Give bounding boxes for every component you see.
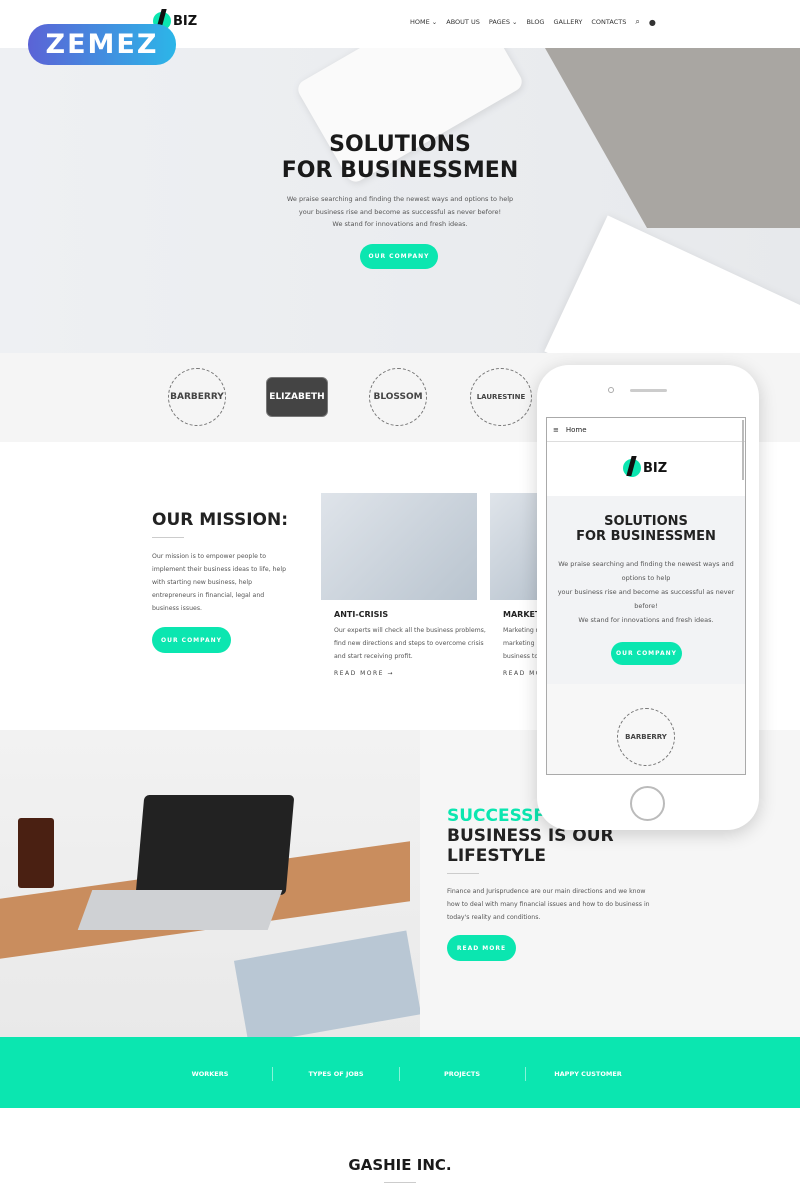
scrollbar[interactable] [742,420,744,480]
hamburger-icon[interactable]: ≡ [553,426,559,434]
home-button[interactable] [630,786,665,821]
hero-title-2: FOR BUSINESSMEN [281,158,519,183]
camera-icon [608,387,614,393]
counter-workers: WORKERS [191,1070,229,1078]
divider [525,1067,526,1081]
partner-logo: BARBERRY [168,368,226,426]
mobile-text-line: options to help [621,574,671,582]
mobile-menu-bar[interactable]: ≡ Home [547,418,745,442]
mobile-brand-name: BIZ [643,460,668,476]
coffee-glass [18,818,54,888]
counter-projects: PROJECTS [443,1070,481,1078]
divider [384,1182,416,1183]
partner-logo: ELIZABETH [266,377,328,417]
hero-text-line: We stand for innovations and fresh ideas… [332,220,468,228]
workspace-photo [0,730,420,1037]
nav-pages-label: PAGES [488,18,510,26]
mission-text-line: Our mission is to empower people to [152,553,267,560]
divider [152,537,184,538]
card-title: MARKET [503,610,541,619]
counters-bar: WORKERS TYPES OF JOBS PROJECTS HAPPY CUS… [0,1037,800,1108]
mobile-menu-label: Home [565,425,587,434]
mobile-title-2: FOR BUSINESSMEN [576,529,716,544]
zemez-watermark-logo: ZEMEZ [28,24,176,65]
main-nav: HOME ⌄ ABOUT US PAGES ⌄ BLOG GALLERY CON… [410,17,656,27]
lifestyle-title-3: LIFESTYLE [447,846,546,866]
mission-our-company-button[interactable]: OUR COMPANY [152,627,231,653]
card-text-line: business to [503,653,539,660]
hero-text-line: We praise searching and finding the newe… [286,195,514,203]
nav-contacts[interactable]: CONTACTS [591,18,626,26]
lifestyle-text-line: Finance and Jurisprudence are our main d… [447,888,646,895]
mobile-brand-logo[interactable]: BIZ [623,459,667,477]
divider [399,1067,400,1081]
read-more-button[interactable]: READ MORE [447,935,516,961]
mobile-logo-area: BIZ [547,442,745,496]
mobile-our-company-button[interactable]: OUR COMPANY [611,642,682,665]
magazines [233,930,420,1037]
read-more-link[interactable]: READ MORE → [334,670,394,677]
counter-types-of-jobs: TYPES OF JOBS [308,1070,364,1078]
mobile-text-line: your business rise and become as success… [557,588,735,596]
card-text-line: Our experts will check all the business … [334,627,486,634]
card-text-line: Marketing r [503,627,539,634]
mobile-title-1: SOLUTIONS [604,514,688,529]
divider [447,873,479,874]
notebook-image [544,215,800,353]
partner-logo: LAURESTINE [470,368,532,426]
mobile-hero-title: SOLUTIONS FOR BUSINESSMEN [547,514,745,544]
card-text-line: and start receiving profit. [334,653,413,660]
mission-text-line: entrepreneurs in financial, legal and [152,592,265,599]
search-icon[interactable]: ⌕ [635,17,639,27]
hero-title-1: SOLUTIONS [329,132,471,157]
hero-section: SOLUTIONS FOR BUSINESSMEN We praise searc… [0,48,800,353]
card-text: Marketing r marketing p business to [503,624,540,663]
hero-title: SOLUTIONS FOR BUSINESSMEN [0,132,800,184]
mobile-text-line: before! [634,602,658,610]
nav-gallery[interactable]: GALLERY [553,18,582,26]
company-title: GASHIE INC. [348,1156,452,1174]
nav-about[interactable]: ABOUT US [446,18,480,26]
hero-our-company-button[interactable]: OUR COMPANY [360,244,438,269]
mission-text-line: with starting new business, help [152,579,253,586]
partner-logo: BARBERRY [617,708,675,766]
mobile-preview-phone: ≡ Home BIZ SOLUTIONS FOR BUSINESSMEN We pr… [537,365,759,830]
mobile-hero-text: We praise searching and finding the newe… [547,557,745,627]
logo-mark-icon [623,459,641,477]
laptop-keyboard [77,890,283,930]
lifestyle-text-line: today's reality and conditions. [447,914,541,921]
card-text-line: find new directions and steps to overcom… [334,640,484,647]
brand-name: BIZ [173,13,198,29]
nav-home-label: HOME [410,18,430,26]
card-text: Our experts will check all the business … [334,624,486,663]
hero-text-line: your business rise and become as success… [298,207,502,216]
nav-blog[interactable]: BLOG [526,18,544,26]
divider [272,1067,273,1081]
partner-logo: BLOSSOM [369,368,427,426]
mobile-text-line: We praise searching and finding the newe… [558,560,734,568]
anti-crisis-photo [321,493,477,600]
nav-home[interactable]: HOME ⌄ [410,18,437,26]
counter-happy-customer: HAPPY CUSTOMER [554,1070,622,1078]
mission-text: Our mission is to empower people to imple… [152,550,286,615]
card-title: ANTI-CRISIS [334,610,389,619]
laptop-screen [135,795,295,895]
speaker [630,389,667,392]
mobile-partners: BARBERRY [547,684,745,774]
lifestyle-text-line: how to deal with many financial issues a… [447,901,650,908]
lifestyle-text: Finance and Jurisprudence are our main d… [447,885,650,924]
user-icon[interactable]: ● [649,18,656,27]
phone-screen: ≡ Home BIZ SOLUTIONS FOR BUSINESSMEN We pr… [546,417,746,775]
hero-text: We praise searching and finding the newe… [0,193,800,231]
mission-text-line: business issues. [152,605,203,612]
mobile-text-line: We stand for innovations and fresh ideas… [578,616,714,624]
mission-text-line: implement their business ideas to life, … [152,566,287,573]
mission-title: OUR MISSION: [152,510,289,530]
nav-pages[interactable]: PAGES ⌄ [489,18,518,26]
card-text-line: marketing p [503,640,541,647]
